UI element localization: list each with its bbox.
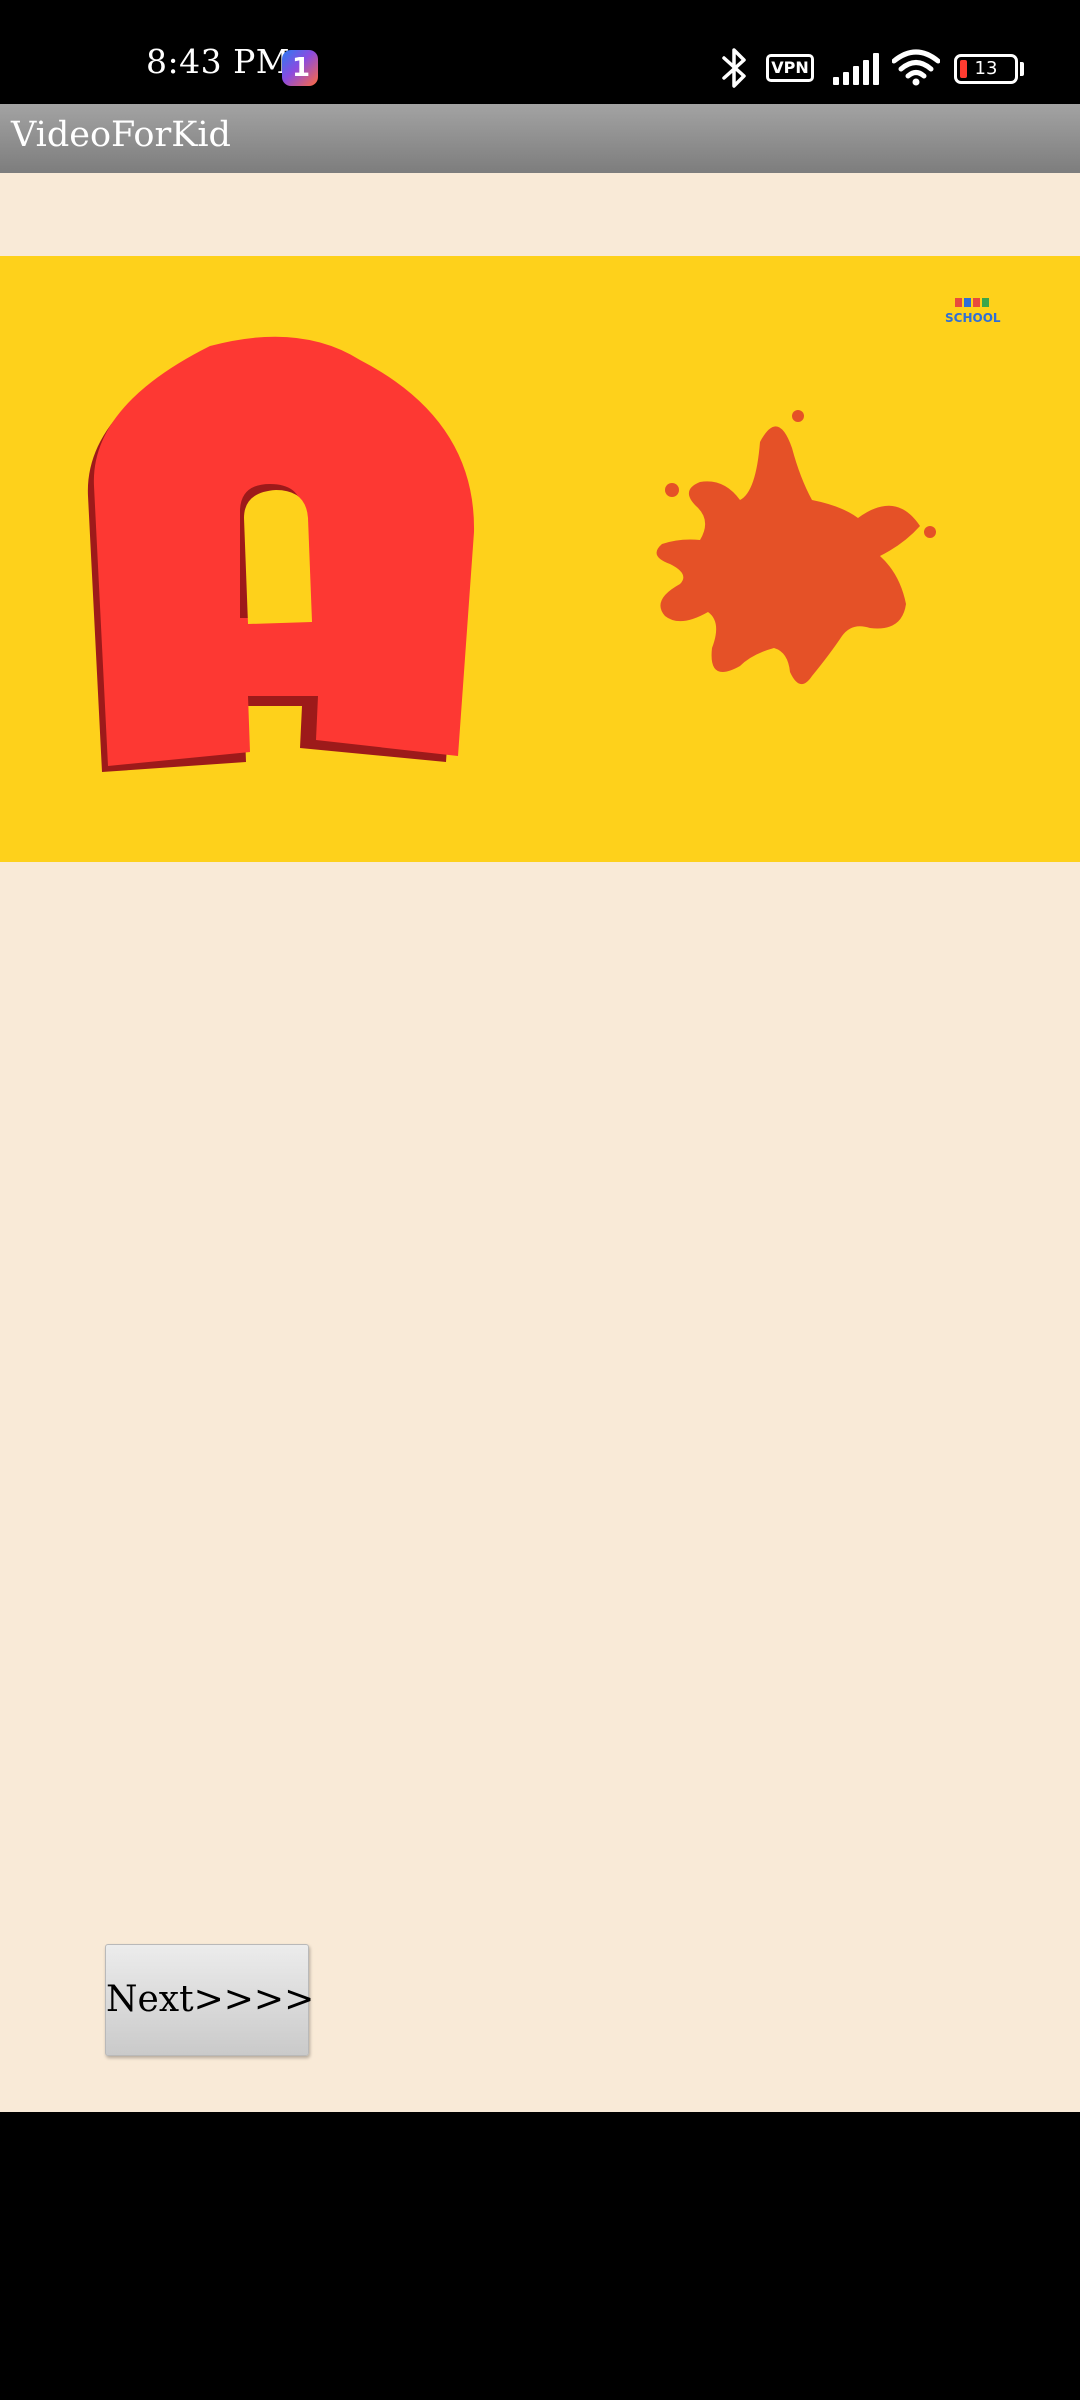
video-letter-label: A [0,256,1,257]
paint-splat-icon [656,410,936,685]
video-frame: SCHOOL A [0,256,1001,772]
notification-app-icon: 1 [282,50,318,86]
battery-icon: 13 [954,54,1018,84]
watermark-logo: SCHOOL [945,298,1001,325]
status-time: 8:43 PM [146,42,291,81]
signal-icon [833,53,879,85]
watermark-text: SCHOOL [945,311,1001,325]
bluetooth-icon [722,48,746,88]
wifi-icon [892,49,940,86]
vpn-icon: VPN [766,54,814,82]
video-player[interactable]: SCHOOL A [0,256,1080,862]
letter-a-icon [87,336,475,772]
battery-percent: 13 [974,58,998,79]
battery-tip [1020,62,1024,76]
phone-screen: 8:43 PM 1 VPN 13 VideoForKid SCHOOL A Ne… [0,0,1080,2400]
app-title: VideoForKid [11,115,231,155]
next-button[interactable]: Next>>>> [105,1944,314,2056]
bottom-black-area [0,2112,1080,2400]
status-bar: 8:43 PM 1 VPN 13 [0,0,1080,104]
notification-app-icon-label: 1 [292,53,311,83]
